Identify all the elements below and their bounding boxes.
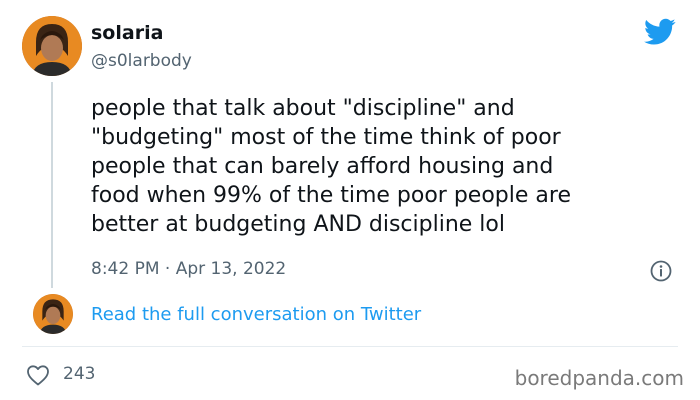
author-avatar[interactable]: [22, 16, 82, 76]
read-conversation-link[interactable]: Read the full conversation on Twitter: [91, 304, 421, 325]
divider: [22, 346, 678, 347]
author-handle[interactable]: @s0larbody: [91, 51, 192, 71]
reply-avatar[interactable]: [33, 294, 73, 334]
tweet-text: people that talk about "discipline" and …: [91, 96, 571, 237]
info-icon[interactable]: [650, 260, 672, 282]
avatar-portrait-icon: [22, 16, 82, 76]
like-count: 243: [63, 364, 96, 384]
tweet-timestamp[interactable]: 8:42 PM · Apr 13, 2022: [91, 259, 286, 279]
heart-icon[interactable]: [26, 364, 50, 386]
avatar-portrait-icon: [33, 294, 73, 334]
thread-line: [51, 82, 53, 288]
tweet-card: solaria @s0larbody people that talk abou…: [0, 0, 700, 400]
watermark: boredpanda.com: [514, 366, 684, 390]
author-name[interactable]: solaria: [91, 22, 163, 44]
twitter-bird-icon[interactable]: [644, 18, 676, 46]
